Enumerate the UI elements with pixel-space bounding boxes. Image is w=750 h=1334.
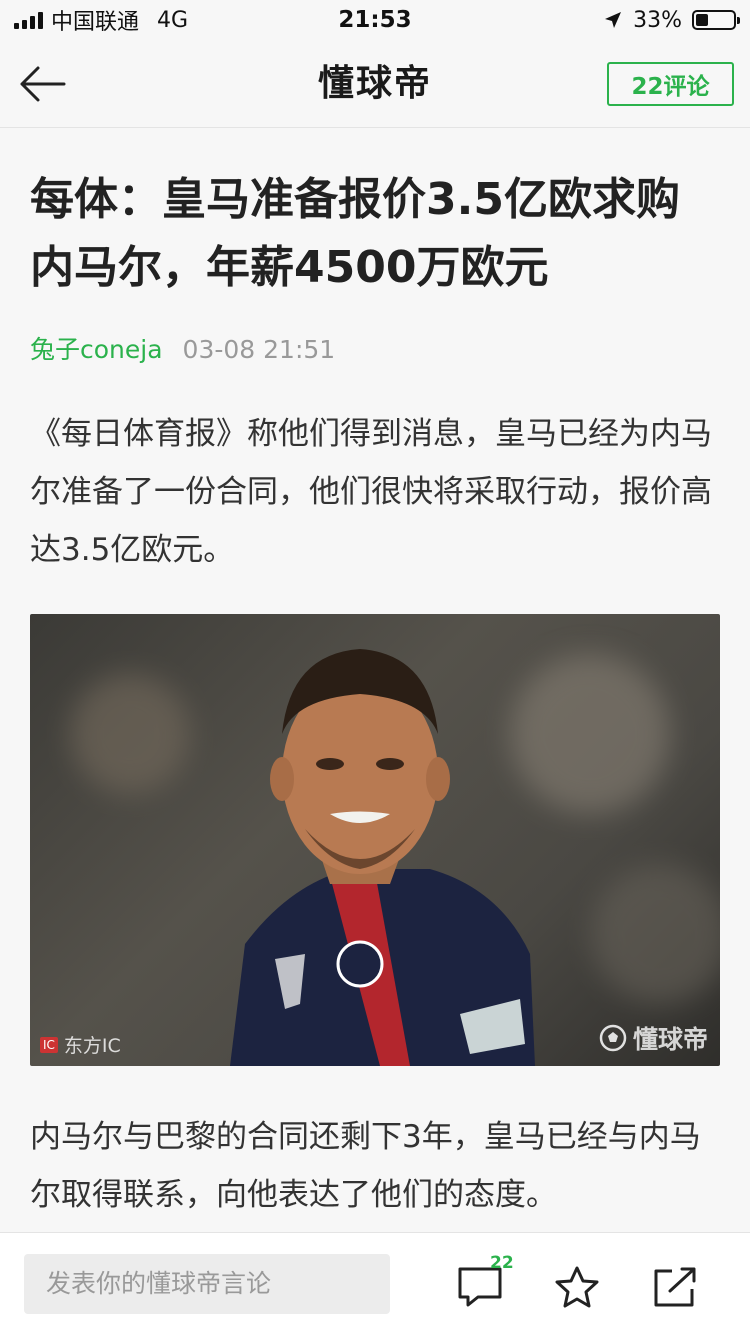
share-icon[interactable] <box>652 1265 700 1309</box>
location-arrow-icon <box>605 12 622 28</box>
comments-count-button[interactable]: 22评论 <box>607 62 734 106</box>
photo-credit: IC 东方IC <box>40 1031 121 1058</box>
cell-signal-icon <box>14 11 43 29</box>
article-photo[interactable]: IC 东方IC 懂球帝 <box>30 614 720 1066</box>
battery-icon <box>692 10 740 30</box>
bottom-action-bar: 发表你的懂球帝言论 22 <box>0 1232 750 1334</box>
article-paragraph: 内马尔与巴黎的合同还剩下3年，皇马已经与内马尔取得联系，向他表达了他们的态度。 <box>30 1119 701 1213</box>
comment-input[interactable]: 发表你的懂球帝言论 <box>24 1254 390 1314</box>
comment-count-badge: 22 <box>490 1253 514 1273</box>
author-link[interactable]: 兔子coneja <box>30 332 163 368</box>
article-title: 每体：皇马准备报价3.5亿欧求购内马尔，年薪4500万欧元 <box>30 174 680 293</box>
network-label: 4G <box>157 7 189 33</box>
back-button[interactable] <box>16 60 68 108</box>
photo-watermark-text: 懂球帝 <box>632 1025 708 1054</box>
nav-bar: 懂球帝 22评论 <box>0 40 750 128</box>
soccer-ball-icon <box>599 1024 627 1052</box>
publish-timestamp: 03-08 21:51 <box>182 335 336 364</box>
carrier-label: 中国联通 <box>51 10 140 35</box>
player-figure <box>230 649 535 1066</box>
battery-fill <box>696 14 708 26</box>
back-arrow-icon <box>20 66 66 102</box>
photo-credit-text: 东方IC <box>63 1035 121 1057</box>
photo-watermark: 懂球帝 <box>599 1020 708 1056</box>
photo-credit-badge: IC <box>40 1036 58 1053</box>
article-meta: 兔子coneja 03-08 21:51 <box>30 332 335 368</box>
status-right: 33% <box>603 0 740 40</box>
article-paragraph: 《每日体育报》称他们得到消息，皇马已经为内马尔准备了一份合同，他们很快将采取行动… <box>30 416 712 568</box>
battery-percent: 33% <box>633 7 682 33</box>
status-left: 中国联通 4G <box>14 0 188 40</box>
star-icon[interactable] <box>553 1265 601 1309</box>
status-bar: 中国联通 4G 21:53 33% <box>0 0 750 40</box>
